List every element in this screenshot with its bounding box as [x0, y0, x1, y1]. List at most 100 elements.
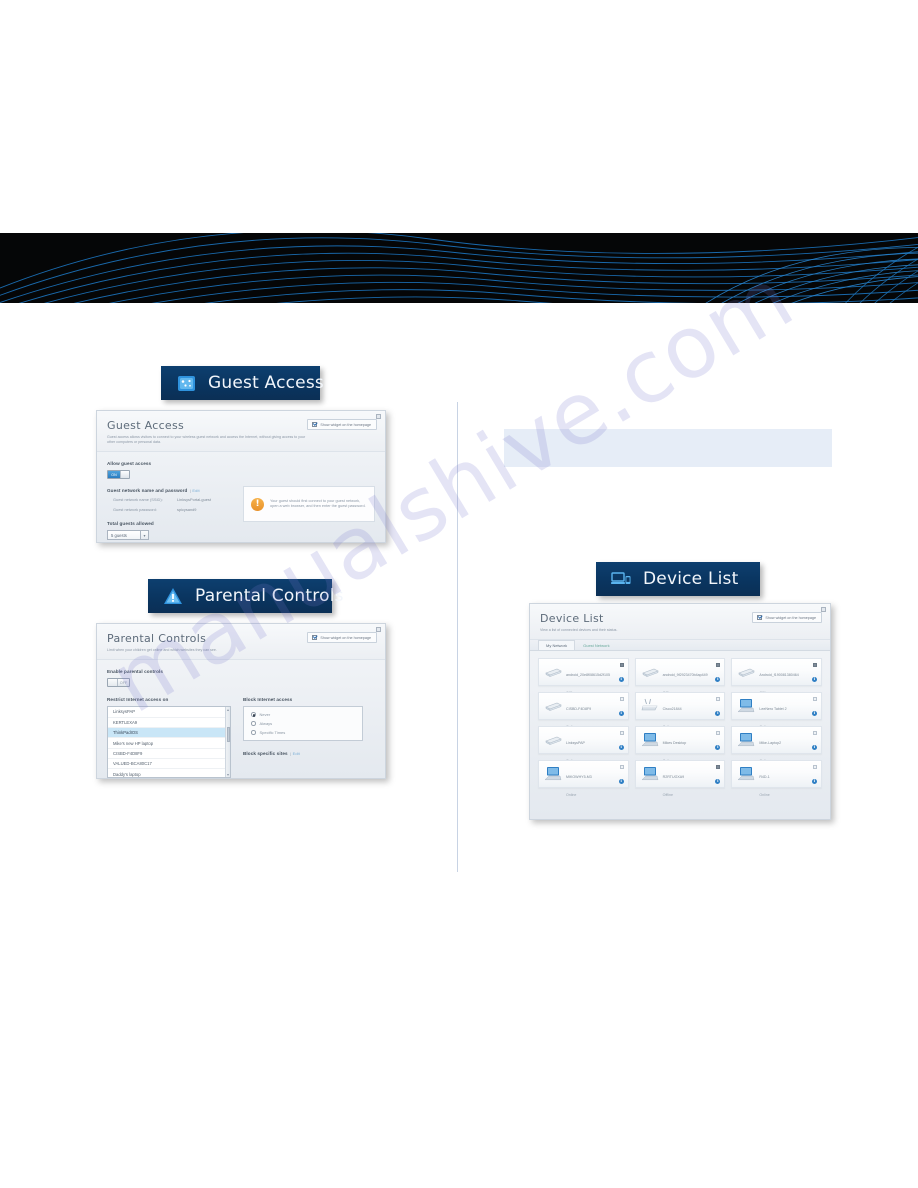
info-icon[interactable]: i [715, 711, 721, 717]
device-card[interactable]: Cisco21844Onlinei [634, 692, 726, 729]
guest-access-icon [175, 373, 197, 393]
device-card[interactable]: Mike-Laptop2Onlinei [731, 726, 822, 763]
restrict-device-item[interactable]: CISBD-F4D8F9 [108, 749, 230, 760]
toggle-off-text: OFF [117, 679, 129, 687]
info-icon[interactable]: i [811, 779, 817, 785]
info-icon[interactable]: i [811, 711, 817, 717]
block-sites-edit-link[interactable]: Edit [293, 751, 300, 756]
listbox-scrollbar[interactable] [225, 707, 230, 778]
device-select-checkbox[interactable] [619, 697, 624, 702]
desktop-icon [641, 766, 658, 780]
device-card[interactable]: android_9f2923470b4ap449Offlinei [634, 658, 726, 695]
device-card[interactable]: MIKOWHY5-M3 Online i [538, 760, 629, 797]
blue-info-panel [504, 429, 832, 467]
block-access-label: Block Internet access [243, 697, 293, 703]
block-option-row[interactable]: Specific Times [251, 730, 355, 735]
block-option-row[interactable]: Always [251, 721, 355, 726]
block-options: Never Always Specific Times [251, 712, 355, 735]
restrict-device-item[interactable]: LinksysPAP [108, 707, 230, 718]
device-name: MIKOWHY5-M3 [566, 775, 592, 780]
info-icon[interactable]: i [618, 779, 624, 785]
radio-icon [251, 721, 256, 726]
info-icon[interactable]: i [715, 677, 721, 683]
info-icon[interactable]: i [715, 779, 721, 785]
info-icon[interactable]: i [811, 677, 817, 683]
device-card[interactable]: R4D-1 Online i [731, 760, 822, 797]
device-select-checkbox[interactable] [619, 765, 624, 770]
toggle-on-text: ON [108, 471, 120, 479]
scroll-down-icon[interactable] [227, 773, 229, 776]
device-list-window: Device List View a list of connected dev… [529, 603, 831, 820]
device-select-checkbox[interactable] [619, 731, 624, 736]
device-list-tab-0[interactable]: My Network [538, 639, 576, 651]
device-list-tab-1[interactable]: Guest Network [575, 640, 617, 651]
info-icon[interactable]: i [811, 745, 817, 751]
info-icon[interactable]: i [618, 677, 624, 683]
device-select-checkbox[interactable] [812, 765, 817, 770]
enable-parental-controls-label: Enable parental controls [107, 669, 164, 675]
close-icon[interactable] [376, 414, 381, 419]
credentials-edit-link[interactable]: Edit [192, 488, 199, 493]
device-select-checkbox[interactable] [619, 663, 624, 668]
show-widget-checkbox[interactable]: Show widget on the homepage [307, 632, 377, 643]
device-list-tabs[interactable]: My Network Guest Network [530, 639, 830, 652]
info-icon[interactable]: i [618, 745, 624, 751]
allow-guest-access-label: Allow guest access [107, 461, 152, 467]
guest-access-alert: ! Your guest should first connect to you… [243, 486, 375, 523]
scroll-up-icon[interactable] [227, 708, 229, 711]
device-card[interactable]: Mikes DesktopOnlinei [634, 726, 726, 763]
restrict-device-item[interactable]: Mike's new HP laptop [108, 738, 230, 749]
device-card[interactable]: LinksysPAPOnlinei [538, 726, 629, 763]
enable-parental-controls-toggle[interactable]: OFF [107, 678, 130, 688]
desktop-icon [737, 698, 755, 712]
restrict-device-item[interactable]: Daddy's laptop [108, 769, 230, 777]
info-icon[interactable]: i [618, 711, 624, 717]
show-widget-checkbox[interactable]: Show widget on the homepage [307, 419, 377, 430]
router-icon [545, 702, 562, 711]
device-card[interactable]: CISBD-F4D8F9Onlinei [538, 692, 629, 729]
total-guests-select[interactable]: 5 guests ▾ [107, 530, 149, 541]
block-option-label: Never [259, 712, 271, 718]
desktop-icon [737, 765, 755, 781]
device-select-checkbox[interactable] [716, 731, 721, 736]
device-status: Offline [662, 793, 673, 798]
restrict-device-item[interactable]: KERTLEXA9 [108, 718, 230, 728]
laptop-phone-icon [610, 569, 632, 589]
device-card[interactable]: android_20e8f08615d2f105Offlinei [538, 658, 629, 695]
credentials-label-text: Guest network name and password [107, 488, 188, 494]
ssid-key: Guest network name (SSID): [113, 497, 163, 503]
parental-controls-window-header: Parental Controls Limit when your childr… [97, 624, 385, 661]
info-icon[interactable]: i [715, 745, 721, 751]
allow-guest-access-toggle[interactable]: ON [107, 470, 130, 480]
restrict-device-listbox[interactable]: LinksysPAP KERTLEXA9 ThinkPadIOS Mike's new… [107, 706, 231, 779]
router-icon [737, 663, 756, 679]
device-card[interactable]: R2RTUGXA9 Offline i [634, 760, 726, 797]
section-banner-parental-controls: Parental Controls [148, 579, 343, 613]
device-card[interactable]: Android_f190081380464Offlinei [731, 658, 822, 695]
device-select-checkbox[interactable] [812, 731, 817, 736]
device-card[interactable]: LeeNero Tablet 2Onlinei [731, 692, 822, 729]
close-icon[interactable] [376, 627, 381, 632]
show-widget-label: Show widget on the homepage [320, 635, 371, 640]
device-select-checkbox[interactable] [716, 765, 721, 770]
device-select-checkbox[interactable] [812, 697, 817, 702]
scrollbar-thumb[interactable] [226, 726, 230, 743]
close-icon[interactable] [821, 607, 826, 612]
warning-triangle-icon [162, 586, 184, 606]
restrict-device-item[interactable]: ThinkPadIOS [108, 727, 230, 739]
section-banner-device-list: Device List [596, 562, 760, 596]
restrict-device-item[interactable]: VALUED-BCA80C17 [108, 759, 230, 770]
block-access-radiogroup[interactable]: Never Always Specific Times [243, 706, 363, 742]
access-point-icon [641, 698, 658, 711]
checkbox-icon [757, 615, 763, 620]
block-option-row[interactable]: Never [251, 712, 355, 717]
show-widget-checkbox[interactable]: Show widget on the homepage [752, 612, 822, 623]
router-icon [545, 668, 562, 677]
show-widget-label: Show widget on the homepage [320, 422, 371, 427]
router-icon [544, 663, 562, 679]
radio-icon [251, 730, 256, 735]
device-select-checkbox[interactable] [812, 663, 817, 668]
device-select-checkbox[interactable] [716, 697, 721, 702]
device-select-checkbox[interactable] [716, 663, 721, 668]
guest-access-window: Guest Access Guest access allows visitor… [96, 410, 386, 543]
